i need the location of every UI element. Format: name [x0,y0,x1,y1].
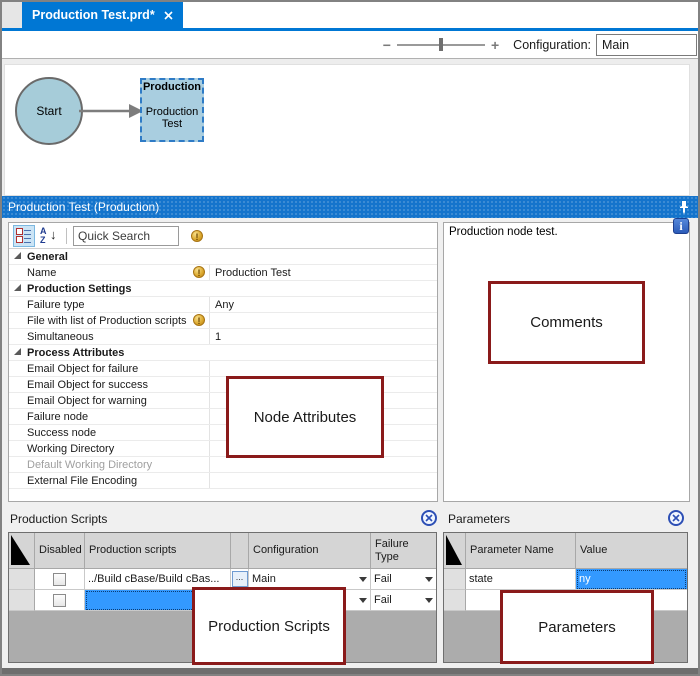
row-header[interactable] [9,569,35,590]
scripts-header-row: Disabled Production scripts Configuratio… [9,533,436,569]
window-bottom-edge [2,668,698,674]
failure-type-cell[interactable]: Fail [371,569,436,590]
property-section-production-settings[interactable]: Production Settings [9,281,437,297]
workflow-canvas[interactable]: Start Production Production Test [2,59,698,196]
parameter-row-1: state ny [444,569,687,590]
dropdown-arrow-icon[interactable] [359,576,367,582]
property-row-name[interactable]: Name ! Production Test [9,265,437,281]
collapse-icon[interactable] [14,284,21,291]
property-row-external-file-encoding[interactable]: External File Encoding [9,473,437,489]
connector-arrow [79,104,143,118]
checkbox-unchecked[interactable] [53,593,66,607]
annotation-parameters: Parameters [500,590,654,664]
warning-icon: ! [191,229,203,242]
parameters-header-row: Parameter Name Value [444,533,687,569]
tab-strip-spacer [2,2,22,28]
zoom-slider-track[interactable] [396,38,485,51]
production-node-name: Production Test [145,106,199,130]
application-window: Production Test.prd* − + Configuration: … [0,0,700,676]
row-header[interactable] [444,590,466,611]
tab-close-icon[interactable] [164,10,173,20]
comments-text[interactable]: Production node test. [444,223,689,241]
property-row-default-working-directory[interactable]: Default Working Directory [9,457,437,473]
dropdown-arrow-icon[interactable] [359,597,367,603]
row-header[interactable] [9,590,35,611]
col-header-disabled[interactable]: Disabled [35,533,85,569]
select-all-corner[interactable] [9,533,35,569]
warning-icon: ! [193,314,205,326]
disabled-cell[interactable] [35,569,85,590]
start-node-label: Start [36,104,62,118]
zoom-out-icon[interactable]: − [383,38,391,52]
properties-titlebar-text: Production Test (Production) [8,200,160,214]
bottom-tables-area: Production Scripts Disabled Production s… [2,505,698,670]
property-row-email-failure[interactable]: Email Object for failure [9,361,437,377]
browse-button[interactable]: ... [231,571,248,587]
collapse-icon[interactable] [14,348,21,355]
failure-type-cell[interactable]: Fail [371,590,436,611]
production-scripts-title: Production Scripts [10,512,108,526]
workflow-canvas-surface[interactable]: Start Production Production Test [4,64,690,196]
warning-icon: ! [193,266,205,278]
col-header-failure-type[interactable]: Failure Type [371,533,436,569]
property-row-failure-type[interactable]: Failure type Any [9,297,437,313]
property-grid-panel: A Z ↓ ! General Name ! Production Test [8,222,438,502]
col-header-production-scripts[interactable]: Production scripts [85,533,231,569]
tab-strip: Production Test.prd* [2,2,698,31]
zoom-in-icon[interactable]: + [491,38,499,52]
col-header-configuration[interactable]: Configuration [249,533,371,569]
close-icon[interactable] [421,510,437,526]
checkbox-unchecked[interactable] [53,572,66,586]
configuration-select[interactable]: Main [596,33,697,56]
annotation-node-attributes: Node Attributes [226,376,384,458]
document-tab-title: Production Test.prd* [32,8,155,22]
production-node-type: Production [142,81,202,93]
corner-triangle-icon [11,535,30,565]
start-node[interactable]: Start [15,77,83,145]
corner-triangle-icon [446,535,462,565]
disabled-cell[interactable] [35,590,85,611]
info-icon[interactable]: i [673,218,689,234]
document-tab[interactable]: Production Test.prd* [22,2,183,28]
parameter-name-cell[interactable]: state [466,569,576,590]
zoom-slider-handle[interactable] [438,38,443,51]
row-header[interactable] [444,569,466,590]
canvas-toolbar: − + Configuration: Main [2,31,698,59]
configuration-label: Configuration: [513,37,591,52]
col-header-browse [231,533,249,569]
properties-area: A Z ↓ ! General Name ! Production Test [2,218,698,505]
select-all-corner[interactable] [444,533,466,569]
sort-alphabetical-button[interactable]: A Z ↓ [38,226,62,246]
close-icon[interactable] [668,510,684,526]
pin-icon[interactable] [678,200,690,214]
col-header-parameter-name[interactable]: Parameter Name [466,533,576,569]
collapse-icon[interactable] [14,252,21,259]
production-node[interactable]: Production Production Test [140,78,204,142]
dropdown-arrow-icon[interactable] [425,576,433,582]
properties-titlebar[interactable]: Production Test (Production) [2,196,698,218]
annotation-comments: Comments [488,281,645,364]
property-section-general[interactable]: General [9,249,437,265]
zoom-slider[interactable]: − + [383,38,499,52]
dropdown-arrow-icon[interactable] [425,597,433,603]
categorize-icon [16,227,23,235]
parameters-title: Parameters [448,512,511,526]
property-grid-toolbar: A Z ↓ ! [9,223,437,249]
col-header-value[interactable]: Value [576,533,687,569]
toolbar-separator [66,227,67,244]
categorize-button[interactable] [13,224,35,247]
property-row-file-list[interactable]: File with list of Production scripts ! [9,313,437,329]
property-section-process-attributes[interactable]: Process Attributes [9,345,437,361]
annotation-production-scripts: Production Scripts [192,587,346,665]
property-row-simultaneous[interactable]: Simultaneous 1 [9,329,437,345]
quick-search-input[interactable] [73,225,179,246]
parameter-value-cell-selected[interactable]: ny [576,569,687,590]
